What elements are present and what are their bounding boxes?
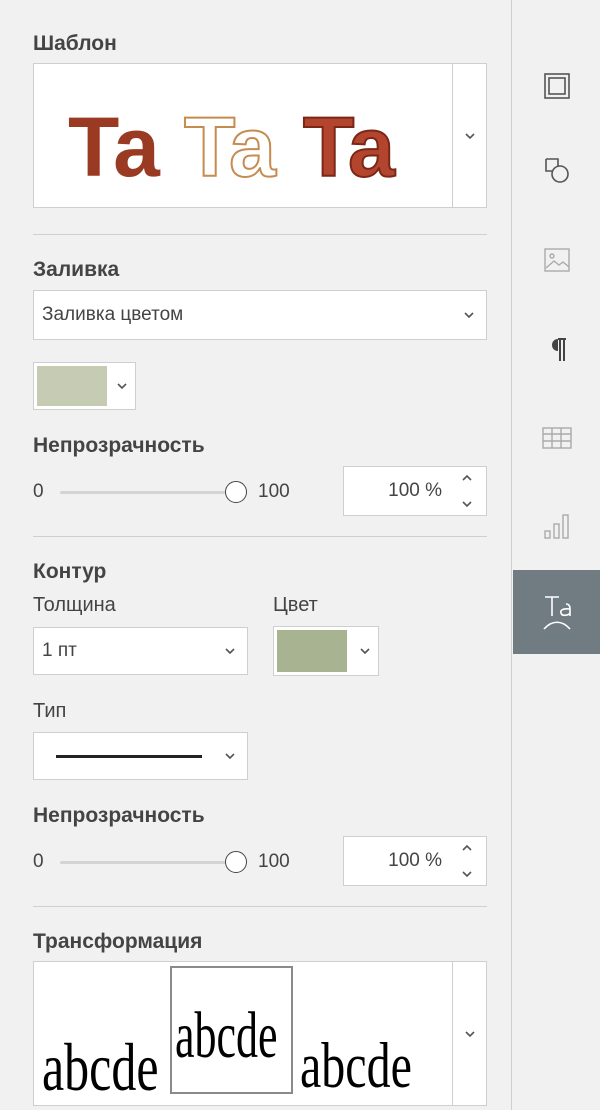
slide-settings-button[interactable] bbox=[513, 44, 600, 128]
textart-settings-icon bbox=[542, 596, 571, 630]
template-sample-2: Ta bbox=[184, 100, 277, 194]
divider bbox=[33, 234, 487, 235]
transform-dropdown-button[interactable] bbox=[452, 962, 486, 1105]
transform-sample-2: abcde bbox=[175, 999, 278, 1072]
template-sample-3: Ta bbox=[303, 100, 396, 194]
outline-title: Контур bbox=[33, 560, 107, 583]
chart-settings-icon bbox=[543, 514, 569, 539]
fill-opacity-spinner[interactable]: 100 % bbox=[343, 466, 487, 516]
slider-track bbox=[60, 861, 236, 864]
outline-color-swatch bbox=[277, 630, 347, 672]
outline-color-label: Цвет bbox=[273, 594, 318, 616]
outline-color-button[interactable] bbox=[273, 626, 379, 676]
right-toolbar bbox=[513, 0, 600, 1110]
shape-settings-icon bbox=[544, 158, 569, 183]
textart-settings-panel: Шаблон Ta Ta Ta Заливка Заливка цветом Н… bbox=[0, 0, 512, 1110]
slide-settings-icon bbox=[543, 73, 570, 99]
paragraph-settings-icon bbox=[551, 338, 566, 361]
slider-thumb[interactable] bbox=[225, 481, 247, 503]
outline-opacity-min: 0 bbox=[33, 851, 44, 872]
transform-sample-3: abcde bbox=[300, 1030, 412, 1102]
chevron-up-icon[interactable] bbox=[460, 473, 474, 483]
transform-title: Трансформация bbox=[33, 930, 203, 953]
fill-color-button[interactable] bbox=[33, 362, 136, 410]
outline-opacity-value: 100 % bbox=[388, 850, 442, 871]
chevron-up-icon[interactable] bbox=[460, 843, 474, 853]
chevron-down-icon[interactable] bbox=[460, 869, 474, 879]
shape-settings-button[interactable] bbox=[513, 128, 600, 212]
fill-title: Заливка bbox=[33, 258, 120, 281]
template-sample-1: Ta bbox=[68, 100, 161, 194]
fill-type-select[interactable]: Заливка цветом bbox=[33, 290, 487, 340]
chevron-down-icon bbox=[117, 383, 127, 390]
chevron-down-icon[interactable] bbox=[460, 499, 474, 509]
fill-type-value: Заливка цветом bbox=[42, 304, 184, 325]
template-title: Шаблон bbox=[33, 32, 117, 55]
textart-settings-button[interactable] bbox=[513, 570, 600, 654]
transform-samples: abcde abcde abcde bbox=[42, 966, 412, 1105]
chevron-down-icon bbox=[225, 648, 235, 655]
slider-thumb[interactable] bbox=[225, 851, 247, 873]
outline-width-label: Толщина bbox=[33, 594, 116, 616]
fill-opacity-max: 100 bbox=[258, 481, 290, 502]
template-samples: Ta Ta Ta bbox=[68, 99, 397, 195]
table-settings-icon bbox=[541, 427, 572, 449]
outline-width-value: 1 пт bbox=[42, 640, 77, 661]
table-settings-button[interactable] bbox=[513, 396, 600, 480]
outline-type-select[interactable] bbox=[33, 732, 248, 780]
spin-arrows[interactable] bbox=[458, 473, 476, 509]
outline-type-label: Тип bbox=[33, 700, 67, 722]
divider bbox=[33, 906, 487, 907]
line-style-solid bbox=[56, 755, 202, 758]
image-settings-icon bbox=[543, 248, 570, 272]
fill-opacity-title: Непрозрачность bbox=[33, 434, 205, 457]
image-settings-button[interactable] bbox=[513, 218, 600, 302]
paragraph-settings-button[interactable] bbox=[513, 308, 600, 392]
outline-width-select[interactable]: 1 пт bbox=[33, 627, 248, 675]
chevron-down-icon bbox=[464, 312, 474, 319]
spin-arrows[interactable] bbox=[458, 843, 476, 879]
template-picker[interactable]: Ta Ta Ta bbox=[33, 63, 487, 208]
fill-opacity-value: 100 % bbox=[388, 480, 442, 501]
template-dropdown-button[interactable] bbox=[452, 64, 486, 207]
chevron-down-icon bbox=[464, 1030, 475, 1037]
transform-picker[interactable]: abcde abcde abcde bbox=[33, 961, 487, 1106]
transform-sample-1: abcde bbox=[42, 1030, 159, 1105]
outline-opacity-spinner[interactable]: 100 % bbox=[343, 836, 487, 886]
chevron-down-icon bbox=[225, 753, 235, 760]
fill-opacity-min: 0 bbox=[33, 481, 44, 502]
outline-opacity-title: Непрозрачность bbox=[33, 804, 205, 827]
fill-color-swatch bbox=[37, 366, 107, 406]
chart-settings-button[interactable] bbox=[513, 484, 600, 568]
chevron-down-icon bbox=[360, 648, 370, 655]
chevron-down-icon bbox=[464, 132, 475, 139]
slider-track bbox=[60, 491, 236, 494]
outline-opacity-max: 100 bbox=[258, 851, 290, 872]
divider bbox=[33, 536, 487, 537]
